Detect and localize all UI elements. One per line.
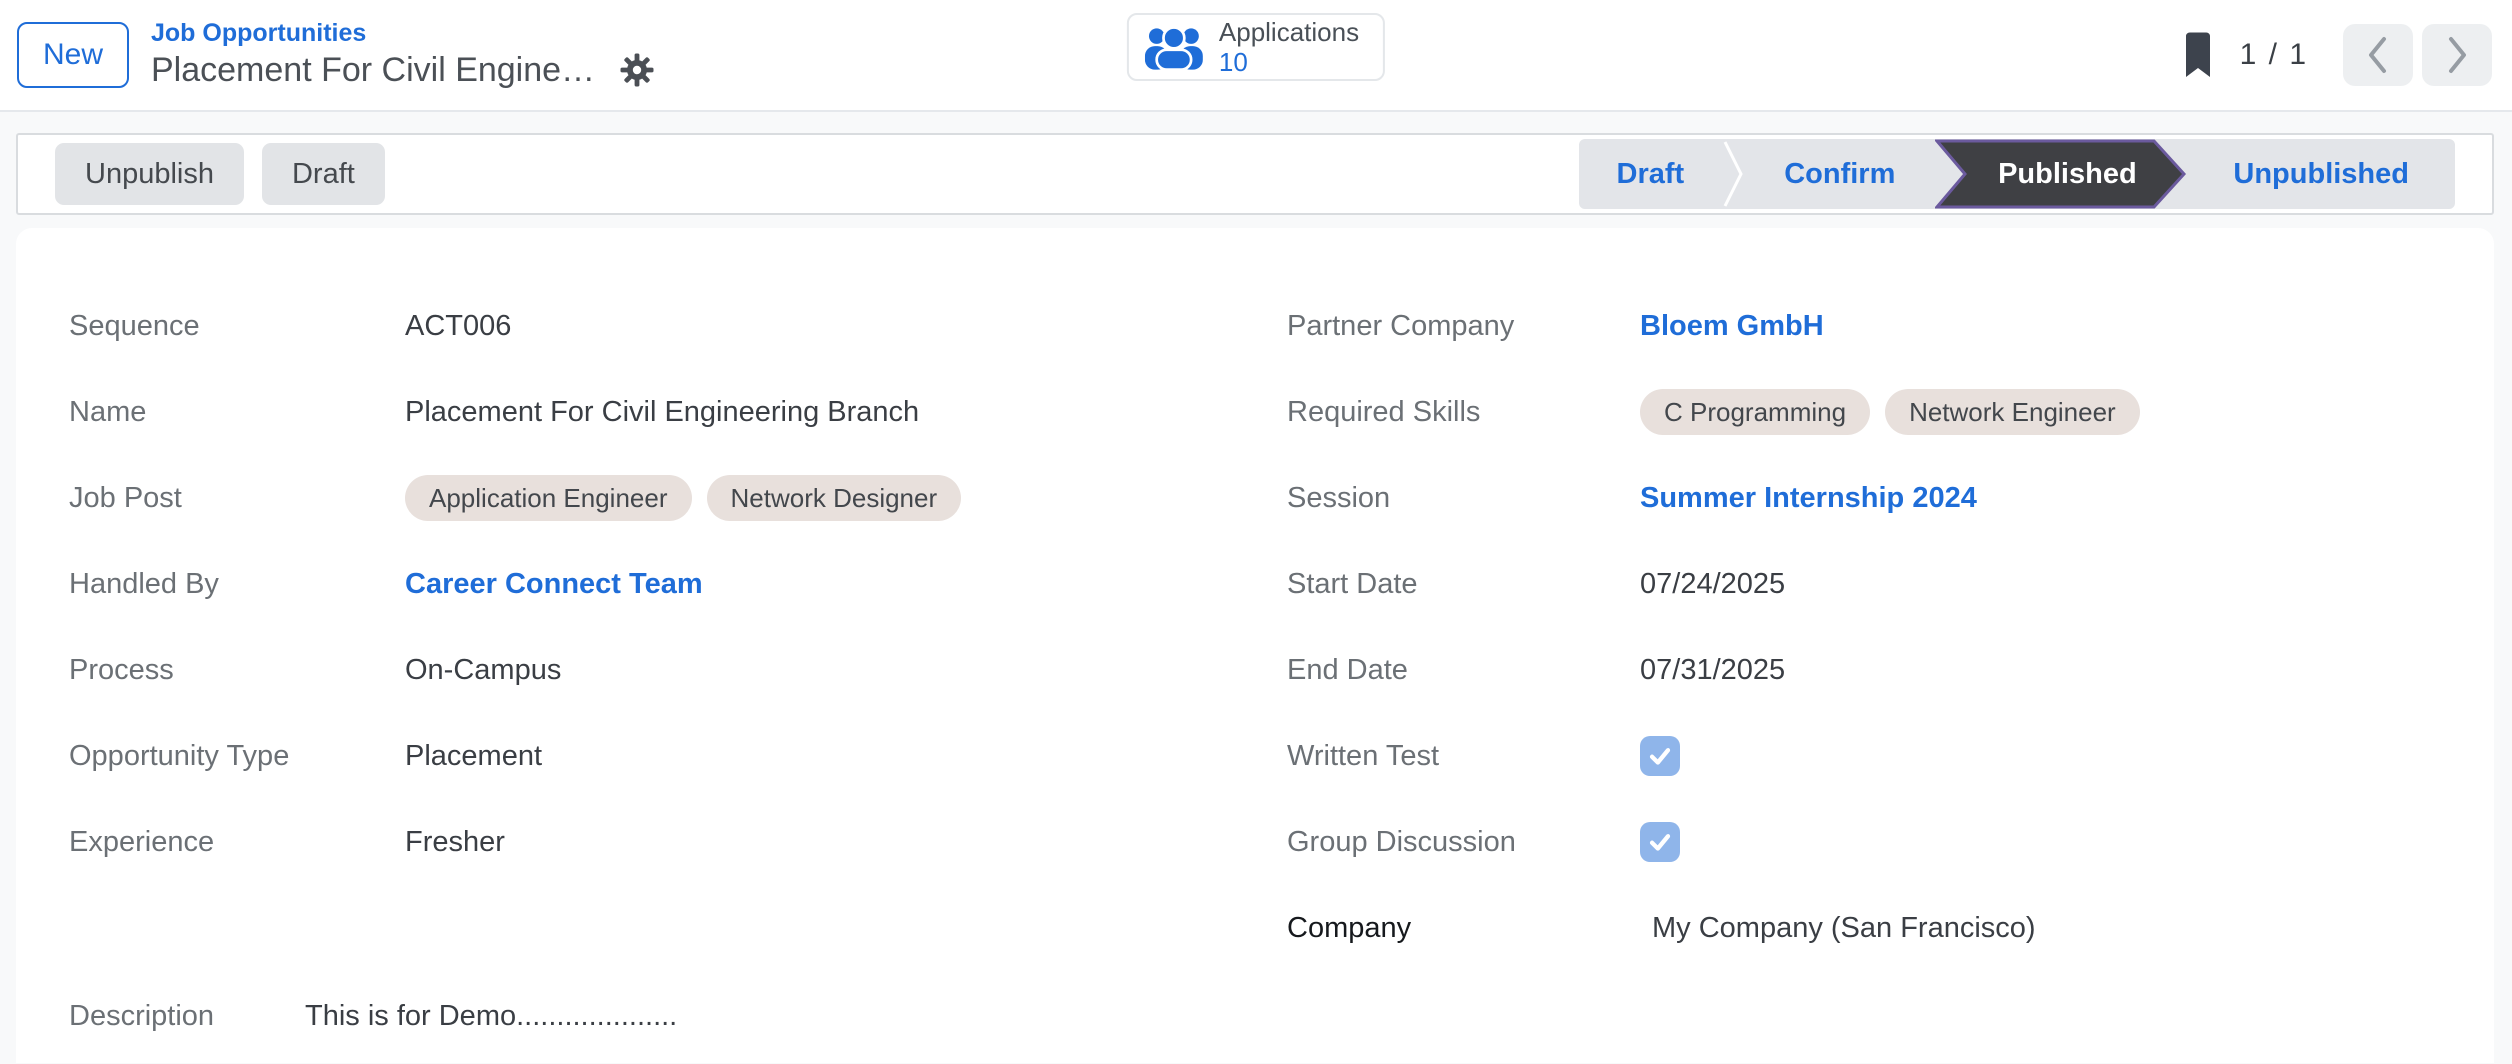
opportunity-type-value: Placement xyxy=(405,740,542,773)
form-column-right: Partner Company Bloem GmbH Required Skil… xyxy=(1287,283,2454,971)
field-session: Session Summer Internship 2024 xyxy=(1287,455,2454,541)
field-group-discussion: Group Discussion xyxy=(1287,799,2454,885)
field-start-date: Start Date 07/24/2025 xyxy=(1287,541,2454,627)
form-sheet: Sequence ACT006 Name Placement For Civil… xyxy=(16,228,2494,1063)
bookmark-icon[interactable] xyxy=(2184,32,2212,78)
statusbar: Unpublish Draft Draft Confirm Published … xyxy=(16,133,2494,215)
applications-count: 10 xyxy=(1219,47,1248,77)
written-test-checkbox[interactable] xyxy=(1640,736,1680,776)
field-name: Name Placement For Civil Engineering Bra… xyxy=(69,369,1287,455)
stage-draft[interactable]: Draft xyxy=(1579,139,1723,209)
applications-label: Applications xyxy=(1219,17,1359,47)
pager-counter: 1 / 1 xyxy=(2240,38,2308,72)
required-skill-tag: C Programming xyxy=(1640,389,1870,435)
breadcrumb[interactable]: Job Opportunities xyxy=(151,18,655,48)
people-icon xyxy=(1145,24,1203,70)
sequence-value: ACT006 xyxy=(405,310,511,343)
field-handled-by: Handled By Career Connect Team xyxy=(69,541,1287,627)
field-end-date: End Date 07/31/2025 xyxy=(1287,627,2454,713)
unpublish-button[interactable]: Unpublish xyxy=(55,143,244,205)
chevron-right-icon xyxy=(2442,34,2472,76)
stage-published-active[interactable]: Published xyxy=(1935,139,2187,209)
field-sequence: Sequence ACT006 xyxy=(69,283,1287,369)
session-link[interactable]: Summer Internship 2024 xyxy=(1640,482,1977,515)
stage-unpublished[interactable]: Unpublished xyxy=(2187,139,2455,209)
end-date-value: 07/31/2025 xyxy=(1640,654,1785,687)
stage-pipeline: Draft Confirm Published Unpublished xyxy=(1579,139,2455,209)
experience-value: Fresher xyxy=(405,826,505,859)
start-date-value: 07/24/2025 xyxy=(1640,568,1785,601)
field-partner-company: Partner Company Bloem GmbH xyxy=(1287,283,2454,369)
company-value: My Company (San Francisco) xyxy=(1652,912,2036,945)
check-icon xyxy=(1647,829,1673,855)
description-value: This is for Demo.................... xyxy=(305,1000,677,1033)
previous-record-button[interactable] xyxy=(2343,24,2413,86)
partner-company-link[interactable]: Bloem GmbH xyxy=(1640,310,1824,343)
field-job-post: Job Post Application Engineer Network De… xyxy=(69,455,1287,541)
handled-by-link[interactable]: Career Connect Team xyxy=(405,568,703,601)
check-icon xyxy=(1647,743,1673,769)
page-title: Placement For Civil Engine… xyxy=(151,48,595,92)
field-required-skills: Required Skills C Programming Network En… xyxy=(1287,369,2454,455)
field-company: Company My Company (San Francisco) xyxy=(1287,885,2454,971)
name-value: Placement For Civil Engineering Branch xyxy=(405,396,919,429)
chevron-left-icon xyxy=(2363,34,2393,76)
process-value: On-Campus xyxy=(405,654,561,687)
field-opportunity-type: Opportunity Type Placement xyxy=(69,713,1287,799)
new-button[interactable]: New xyxy=(17,22,129,88)
next-record-button[interactable] xyxy=(2422,24,2492,86)
form-column-left: Sequence ACT006 Name Placement For Civil… xyxy=(69,283,1287,971)
breadcrumb-block: Job Opportunities Placement For Civil En… xyxy=(151,18,655,92)
stage-separator-icon xyxy=(1722,139,1744,209)
applications-smart-button[interactable]: Applications 10 xyxy=(1127,13,1385,81)
stage-confirm[interactable]: Confirm xyxy=(1744,139,1935,209)
job-post-tag: Network Designer xyxy=(707,475,962,521)
gear-icon[interactable] xyxy=(619,52,655,88)
group-discussion-checkbox[interactable] xyxy=(1640,822,1680,862)
top-header: New Job Opportunities Placement For Civi… xyxy=(0,0,2512,112)
field-experience: Experience Fresher xyxy=(69,799,1287,885)
field-process: Process On-Campus xyxy=(69,627,1287,713)
job-post-tag: Application Engineer xyxy=(405,475,692,521)
required-skill-tag: Network Engineer xyxy=(1885,389,2140,435)
field-description: Description This is for Demo............… xyxy=(69,973,2454,1059)
draft-button[interactable]: Draft xyxy=(262,143,385,205)
field-written-test: Written Test xyxy=(1287,713,2454,799)
